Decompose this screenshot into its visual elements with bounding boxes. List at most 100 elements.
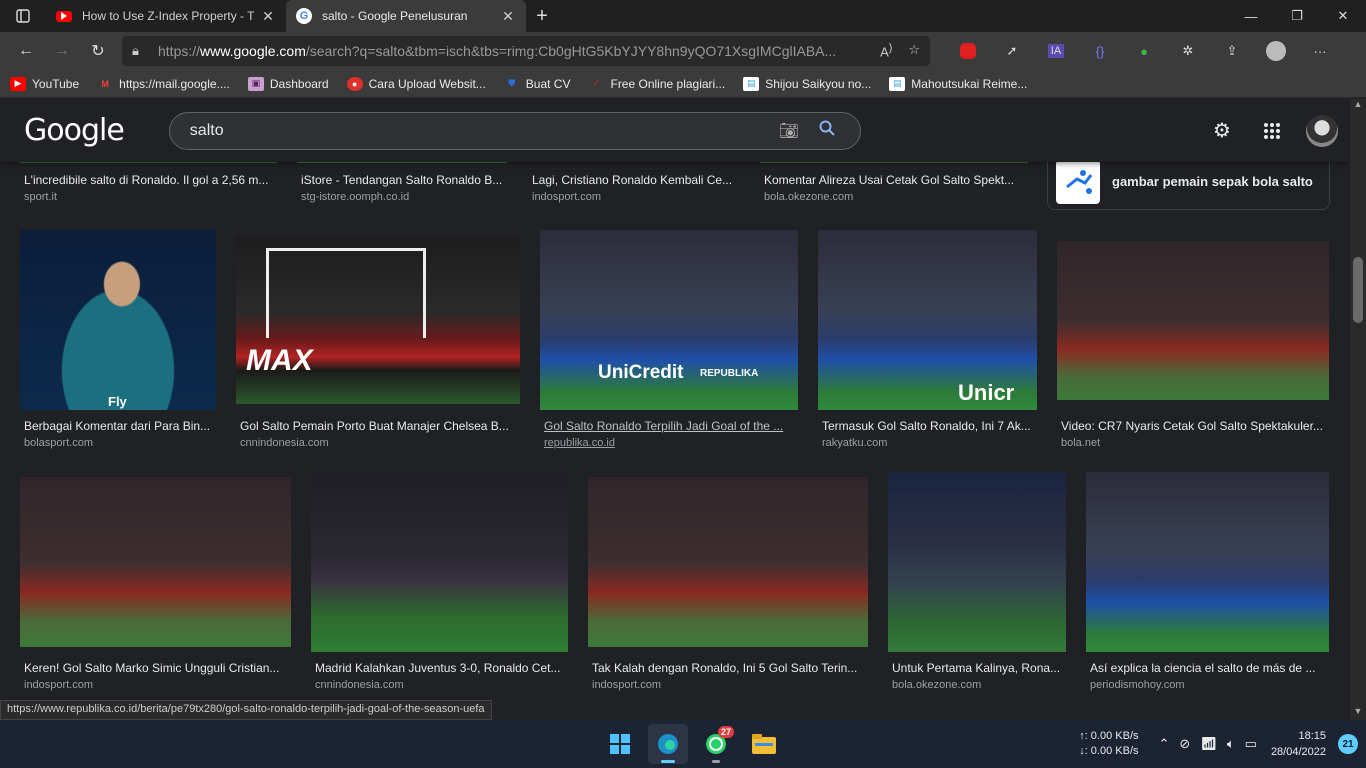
cv-icon: ⛊ <box>508 78 516 88</box>
edge-taskbar-icon[interactable] <box>648 724 688 764</box>
scrollbar-thumb[interactable] <box>1353 257 1363 323</box>
back-button[interactable]: ← <box>8 36 44 66</box>
result-source[interactable]: indosport.com <box>532 191 601 203</box>
result-image[interactable]: MAX <box>236 236 520 404</box>
result-source[interactable]: periodismohoy.com <box>1090 679 1185 691</box>
gmail-icon: M <box>101 78 109 89</box>
tab-actions-icon[interactable] <box>0 0 46 32</box>
puzzle-icon[interactable]: ✲ <box>1166 36 1210 66</box>
bookmark-gmail[interactable]: Mhttps://mail.google.... <box>97 77 229 91</box>
account-avatar[interactable] <box>1306 114 1338 147</box>
favorite-icon[interactable]: ☆ <box>908 42 920 59</box>
result-image[interactable]: Unicr <box>818 230 1037 410</box>
result-source[interactable]: indosport.com <box>24 679 93 691</box>
adblock-icon[interactable] <box>946 36 990 66</box>
bookmark-mahoutsukai[interactable]: ▤ Mahoutsukai Reime... <box>889 76 1027 91</box>
apps-grid-icon[interactable] <box>1256 115 1288 147</box>
result-caption[interactable]: Untuk Pertama Kalinya, Rona... <box>892 661 1064 675</box>
chevron-up-icon[interactable]: ⌃ <box>1159 736 1170 752</box>
google-logo[interactable]: Google <box>24 113 125 148</box>
result-caption[interactable]: Así explica la ciencia el salto de más d… <box>1090 661 1326 675</box>
restore-button[interactable]: ❐ <box>1274 0 1320 32</box>
volume-icon[interactable]: 🔈︎ <box>1227 736 1235 752</box>
result-caption[interactable]: Video: CR7 Nyaris Cetak Gol Salto Spekta… <box>1061 419 1327 433</box>
address-bar[interactable]: 🔒︎ https://www.google.com/search?q=salto… <box>122 36 930 66</box>
bookmark-shijou[interactable]: ▤ Shijou Saikyou no... <box>743 76 871 91</box>
result-image[interactable] <box>311 472 568 652</box>
notification-count[interactable]: 21 <box>1338 734 1358 754</box>
result-source[interactable]: cnnindonesia.com <box>240 437 329 449</box>
search-input[interactable]: salto <box>190 122 770 140</box>
search-icon[interactable] <box>808 120 846 141</box>
bookmark-youtube[interactable]: ▶ YouTube <box>10 76 79 91</box>
close-icon[interactable]: ✕ <box>260 8 276 25</box>
forward-button[interactable]: → <box>44 36 80 66</box>
page-scrollbar[interactable]: ▲ ▼ <box>1350 99 1366 720</box>
result-caption[interactable]: Berbagai Komentar dari Para Bin... <box>24 419 214 433</box>
result-image[interactable] <box>588 477 868 647</box>
whatsapp-taskbar-icon[interactable]: 27 <box>696 724 736 764</box>
result-image[interactable] <box>20 477 291 647</box>
refresh-button[interactable]: ↻ <box>80 36 116 66</box>
antivirus-icon[interactable]: ⊘ <box>1179 736 1190 752</box>
colorful-extension-icon[interactable]: ● <box>1122 36 1166 66</box>
result-caption[interactable]: Keren! Gol Salto Marko Simic Ungguli Cri… <box>24 661 286 675</box>
clock[interactable]: 18:15 28/04/2022 <box>1271 728 1326 760</box>
scroll-down-arrow-icon[interactable]: ▼ <box>1350 706 1366 720</box>
result-source[interactable]: bola.net <box>1061 437 1100 449</box>
start-button[interactable] <box>600 724 640 764</box>
result-image[interactable] <box>1086 472 1329 652</box>
scroll-up-arrow-icon[interactable]: ▲ <box>1350 99 1366 113</box>
result-source[interactable]: indosport.com <box>592 679 661 691</box>
result-caption[interactable]: Termasuk Gol Salto Ronaldo, Ini 7 Ak... <box>822 419 1034 433</box>
profile-icon[interactable] <box>1254 36 1298 66</box>
result-caption[interactable]: Lagi, Cristiano Ronaldo Kembali Ce... <box>532 173 742 187</box>
tab-youtube[interactable]: How to Use Z-Index Property - T ✕ <box>46 0 286 32</box>
result-caption[interactable]: Komentar Alireza Usai Cetak Gol Salto Sp… <box>764 173 1026 187</box>
read-aloud-icon[interactable]: A) <box>880 42 892 59</box>
result-source[interactable]: bola.okezone.com <box>892 679 981 691</box>
bookmark-cv[interactable]: ⛊ Buat CV <box>504 77 570 91</box>
result-image[interactable] <box>888 472 1066 652</box>
lock-icon[interactable]: 🔒︎ <box>132 43 152 59</box>
minimize-button[interactable]: — <box>1228 0 1274 32</box>
settings-gear-icon[interactable]: ⚙ <box>1206 115 1238 147</box>
close-icon[interactable]: ✕ <box>500 8 516 25</box>
result-source[interactable]: bola.okezone.com <box>764 191 853 203</box>
result-image[interactable] <box>1057 241 1329 400</box>
result-image[interactable]: Fly <box>20 230 216 410</box>
search-box[interactable]: salto 📷︎ <box>168 111 861 150</box>
battery-icon[interactable]: ▭ <box>1245 736 1257 752</box>
arrow-extension-icon[interactable]: ➚ <box>990 36 1034 66</box>
result-caption[interactable]: L'incredibile salto di Ronaldo. Il gol a… <box>24 173 276 187</box>
json-extension-icon[interactable]: {} <box>1078 36 1122 66</box>
wifi-icon[interactable]: 📶︎ <box>1200 736 1217 752</box>
result-caption[interactable]: Tak Kalah dengan Ronaldo, Ini 5 Gol Salt… <box>592 661 862 675</box>
result-caption[interactable]: Gol Salto Ronaldo Terpilih Jadi Goal of … <box>544 419 794 433</box>
bookmark-plagiarism[interactable]: ✓ Free Online plagiari... <box>588 77 726 91</box>
close-window-button[interactable]: ✕ <box>1320 0 1366 32</box>
result-caption[interactable]: Madrid Kalahkan Juventus 3-0, Ronaldo Ce… <box>315 661 565 675</box>
url-text[interactable]: https://www.google.com/search?q=salto&tb… <box>158 43 880 59</box>
result-source[interactable]: stg-istore.oomph.co.id <box>301 191 409 203</box>
result-caption[interactable]: iStore - Tendangan Salto Ronaldo B... <box>301 173 511 187</box>
result-image[interactable]: UniCredit REPUBLIKA <box>540 230 798 410</box>
more-menu-icon[interactable]: ··· <box>1298 36 1342 66</box>
file-explorer-taskbar-icon[interactable] <box>744 724 784 764</box>
bookmark-upload[interactable]: ● Cara Upload Websit... <box>346 76 486 91</box>
bookmark-dashboard[interactable]: ▣ Dashboard <box>247 76 329 91</box>
tab-google[interactable]: G salto - Google Penelusuran ✕ <box>286 0 526 32</box>
result-source[interactable]: republika.co.id <box>544 437 615 449</box>
result-source[interactable]: cnnindonesia.com <box>315 679 404 691</box>
ia-extension-icon[interactable]: IA <box>1034 36 1078 66</box>
active-indicator <box>661 760 675 763</box>
jersey-sponsor-text: Fly <box>108 394 127 409</box>
result-source[interactable]: bolasport.com <box>24 437 93 449</box>
link-status-tooltip: https://www.republika.co.id/berita/pe79t… <box>0 700 492 720</box>
result-source[interactable]: rakyatku.com <box>822 437 887 449</box>
share-icon[interactable]: ⇪ <box>1210 36 1254 66</box>
result-caption[interactable]: Gol Salto Pemain Porto Buat Manajer Chel… <box>240 419 516 433</box>
result-source[interactable]: sport.it <box>24 191 57 203</box>
new-tab-button[interactable]: + <box>526 0 558 32</box>
camera-icon[interactable]: 📷︎ <box>770 121 808 141</box>
